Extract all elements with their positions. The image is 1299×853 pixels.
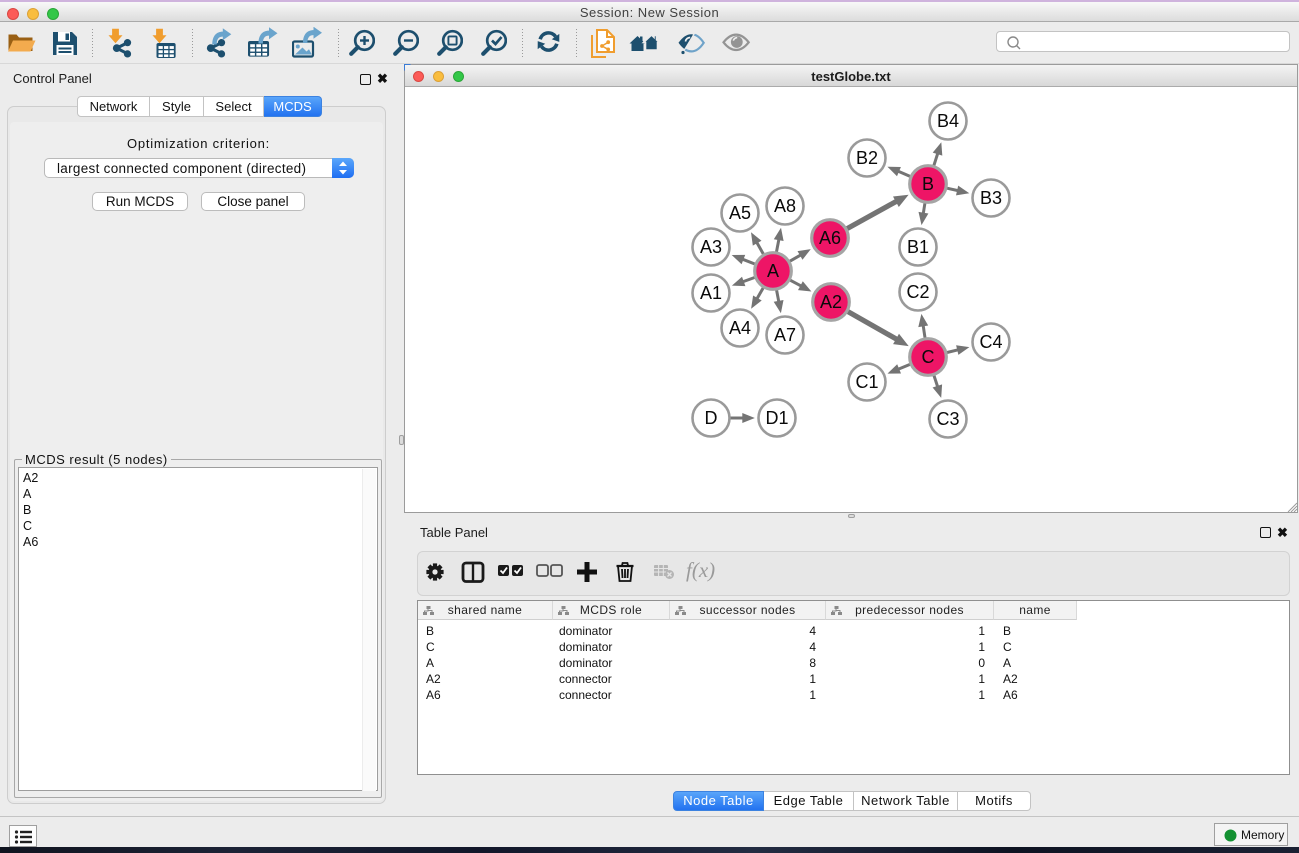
svg-text:C: C [922, 347, 935, 367]
svg-text:B1: B1 [907, 237, 929, 257]
svg-text:C1: C1 [855, 372, 878, 392]
svg-text:B3: B3 [980, 188, 1002, 208]
svg-text:A4: A4 [729, 318, 751, 338]
svg-text:A2: A2 [820, 292, 842, 312]
svg-text:A1: A1 [700, 283, 722, 303]
svg-text:D: D [705, 408, 718, 428]
svg-text:B: B [922, 174, 934, 194]
svg-text:B2: B2 [856, 148, 878, 168]
svg-text:A7: A7 [774, 325, 796, 345]
svg-text:A: A [767, 261, 779, 281]
svg-text:C3: C3 [936, 409, 959, 429]
svg-text:C4: C4 [979, 332, 1002, 352]
svg-text:C2: C2 [906, 282, 929, 302]
svg-text:A3: A3 [700, 237, 722, 257]
svg-text:A8: A8 [774, 196, 796, 216]
svg-text:D1: D1 [765, 408, 788, 428]
svg-text:A5: A5 [729, 203, 751, 223]
svg-text:B4: B4 [937, 111, 959, 131]
svg-text:A6: A6 [819, 228, 841, 248]
